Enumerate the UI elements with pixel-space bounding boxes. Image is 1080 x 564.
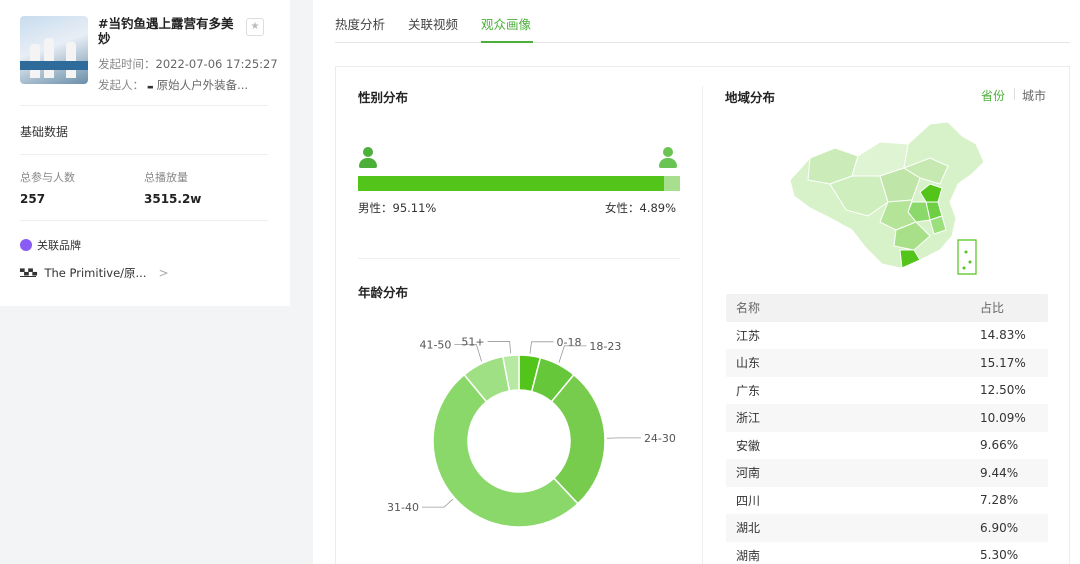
region-ratio: 12.50% — [980, 383, 1026, 398]
male-icon — [358, 147, 378, 169]
plays-value: 3515.2w — [144, 192, 202, 206]
table-row: 湖南 5.30% — [726, 541, 1048, 564]
participants-value: 257 — [20, 192, 46, 206]
table-row: 四川 7.28% — [726, 486, 1048, 514]
region-name: 江苏 — [736, 328, 761, 343]
donut-leader-line — [529, 341, 554, 354]
donut-label: 31-40 — [387, 501, 419, 514]
donut-leader-line — [487, 341, 512, 354]
table-row: 安徽 9.66% — [726, 431, 1048, 459]
table-row: 山东 15.17% — [726, 349, 1048, 377]
gender-bar — [358, 176, 680, 191]
region-ratio: 6.90% — [980, 520, 1019, 535]
donut-label: 51+ — [461, 335, 484, 348]
initiator-logo-icon: ▬ — [147, 83, 154, 91]
donut-label: 41-50 — [419, 339, 451, 352]
region-name: 湖南 — [736, 548, 761, 563]
brand-item[interactable]: ▀▄▀▄ The Primitive/原... > — [20, 265, 169, 281]
donut-label: 24-30 — [644, 432, 676, 445]
male-ratio: 男性：95.11% — [358, 201, 437, 215]
tab-related-videos[interactable]: 关联视频 — [408, 14, 458, 33]
region-ratio: 9.44% — [980, 465, 1019, 480]
region-name: 四川 — [736, 493, 761, 508]
region-table: 名称 占比 江苏 14.83% 山东 15.17% 广东 12.50% 浙江 10.09% 安徽… — [726, 294, 1048, 564]
plays-label: 总播放量 — [144, 171, 188, 184]
region-name: 河南 — [736, 466, 761, 481]
region-name: 山东 — [736, 356, 761, 371]
female-ratio: 女性：4.89% — [605, 201, 677, 215]
active-tab-indicator — [481, 41, 533, 43]
table-row: 河南 9.44% — [726, 459, 1048, 487]
region-name: 安徽 — [736, 438, 761, 453]
basic-data-label: 基础数据 — [20, 125, 69, 139]
region-name: 浙江 — [736, 411, 761, 426]
region-ratio: 14.83% — [980, 328, 1026, 343]
table-row: 湖北 6.90% — [726, 514, 1048, 542]
table-row: 江苏 14.83% — [726, 321, 1048, 349]
segment-province[interactable]: 省份 — [981, 87, 1005, 104]
region-name: 湖北 — [736, 521, 761, 536]
table-row: 广东 12.50% — [726, 376, 1048, 404]
age-donut-chart: 0-18 18-23 24-30 31-40 41-50 51+ — [387, 335, 676, 528]
segment-city[interactable]: 城市 — [1022, 87, 1046, 104]
region-ratio: 5.30% — [980, 548, 1019, 563]
brand-icon — [20, 239, 32, 251]
chevron-right-icon: > — [158, 266, 169, 280]
table-row: 浙江 10.09% — [726, 404, 1048, 432]
donut-label: 0-18 — [557, 336, 582, 349]
region-ratio: 10.09% — [980, 410, 1026, 425]
video-title: #当钓鱼遇上露营有多美妙 — [98, 16, 234, 46]
tab-heat-analysis[interactable]: 热度分析 — [335, 14, 385, 33]
female-icon — [658, 147, 678, 169]
favorite-star-icon[interactable]: ★ — [246, 18, 264, 36]
gender-title: 性别分布 — [358, 90, 409, 105]
age-title: 年龄分布 — [358, 285, 409, 300]
region-name: 广东 — [736, 383, 761, 398]
donut-label: 18-23 — [589, 340, 621, 353]
male-bar-fill — [358, 176, 665, 191]
donut-leader-line — [421, 498, 454, 508]
initiator: 发起人： ▬ 原始人户外装备... — [98, 78, 249, 92]
video-thumbnail[interactable] — [20, 16, 88, 84]
region-title: 地域分布 — [725, 90, 776, 105]
region-ratio: 9.66% — [980, 438, 1019, 453]
region-ratio: 7.28% — [980, 493, 1019, 508]
video-info-panel: #当钓鱼遇上露营有多美妙 ★ 发起时间：2022-07-06 17:25:27 … — [0, 0, 290, 306]
participants-label: 总参与人数 — [20, 171, 75, 184]
tab-audience-profile[interactable]: 观众画像 — [481, 14, 531, 33]
brand-logo-icon: ▀▄▀▄ — [20, 269, 37, 277]
china-map — [789, 121, 985, 275]
table-header: 名称 占比 — [726, 294, 1048, 322]
launch-time: 发起时间：2022-07-06 17:25:27 — [98, 57, 278, 71]
region-ratio: 15.17% — [980, 355, 1026, 370]
related-brand-header: 关联品牌 — [20, 237, 81, 253]
